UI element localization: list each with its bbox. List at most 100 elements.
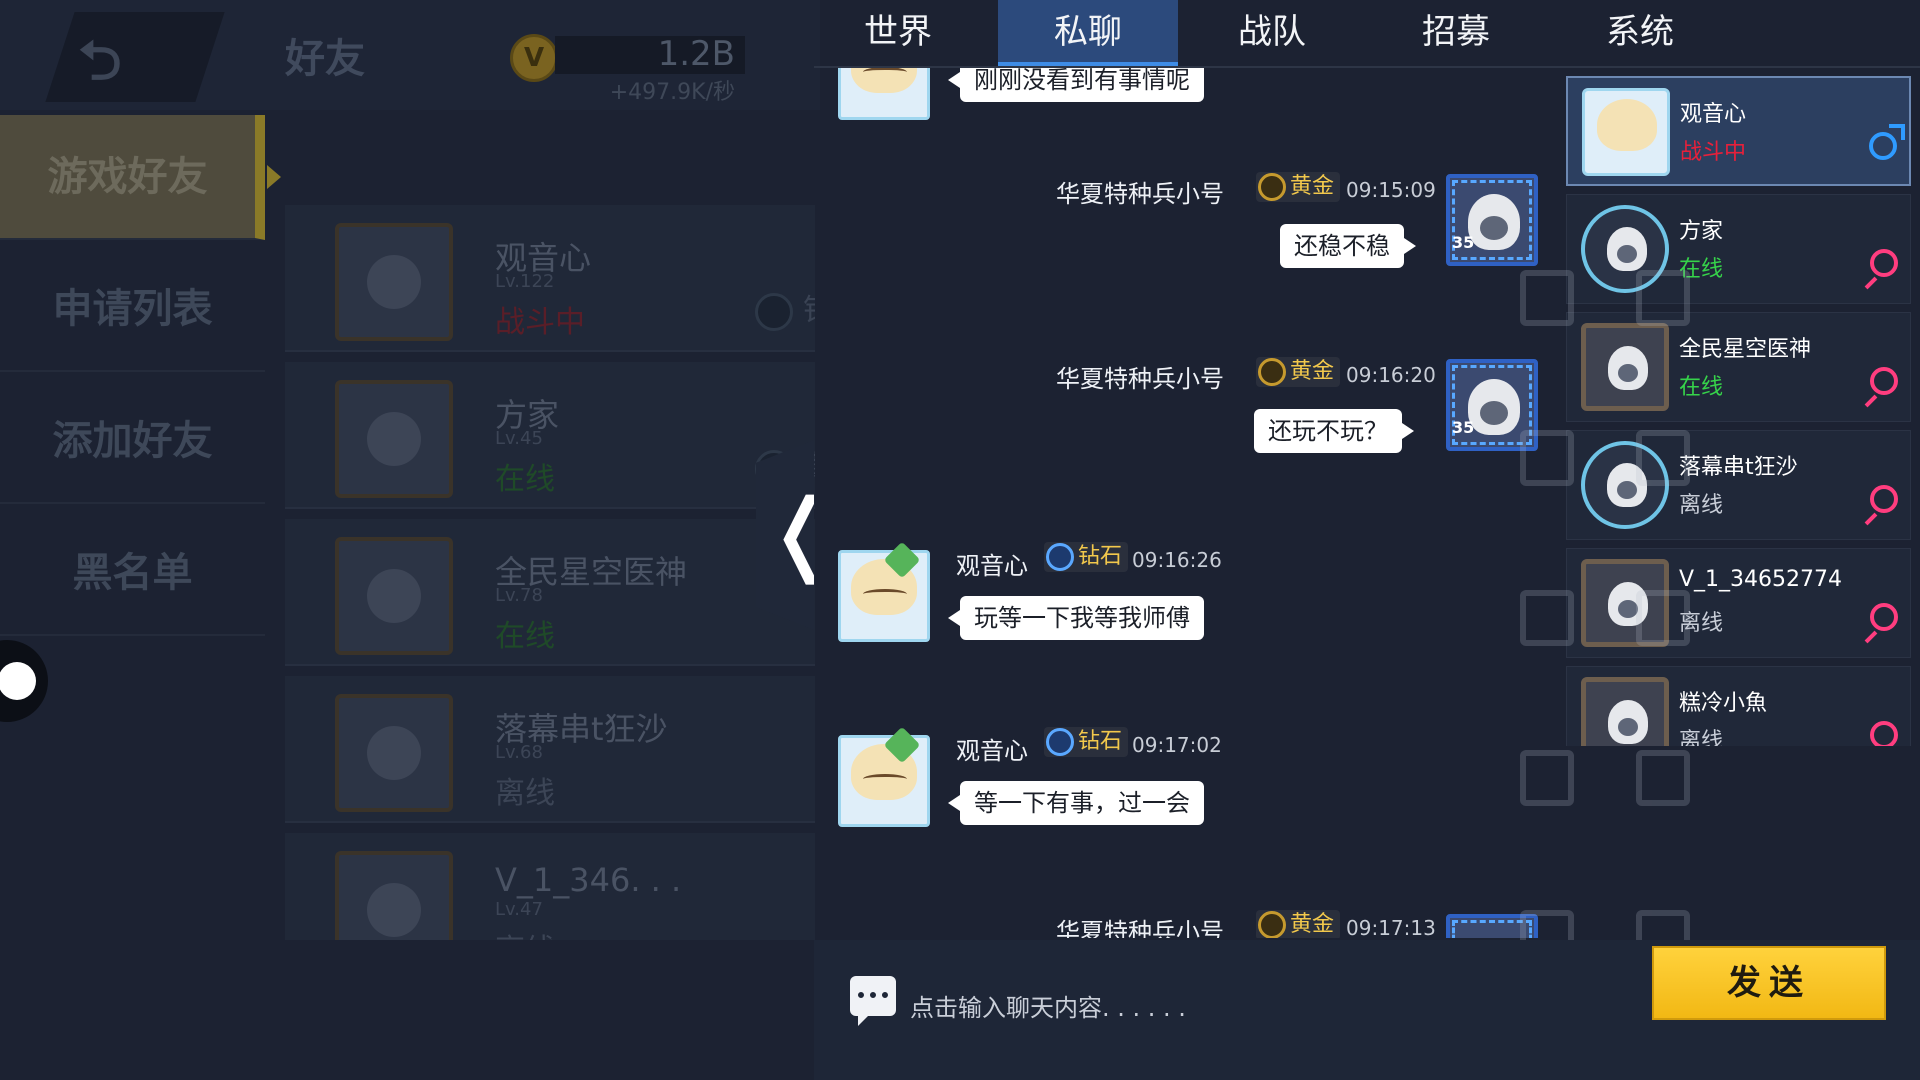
trash-icon (1520, 430, 1574, 486)
message-time: 09:16:26 (1132, 548, 1222, 572)
message-time: 09:16:20 (1346, 363, 1436, 387)
message-sender: 观音心 (956, 737, 1028, 765)
friend-status: 在线 (495, 462, 555, 497)
friend-list: 观音心 Lv.122 战斗中 钻石4 方家 Lv.45 在线 黄金1 全民星空医… (285, 205, 815, 940)
friend-status: 在线 (495, 619, 555, 654)
chat-panel: 世界 私聊 战队 招募 系统 刚刚没看到有事情呢 华夏特种兵小号 黄金 09:1… (756, 0, 1920, 1080)
avatar-level: 35 (1452, 418, 1475, 437)
floating-assistant-button[interactable] (0, 640, 48, 722)
diamond-rank-icon (1046, 728, 1074, 756)
chat-message: 华夏特种兵小号 黄金 09:17:13 (814, 908, 1554, 938)
friends-header: ⮌ 好友 V 1.2B +497.9K/秒 (0, 0, 820, 110)
friend-row[interactable]: 观音心 Lv.122 战斗中 钻石4 (285, 205, 815, 352)
nav-item-blacklist[interactable]: 黑名单 (0, 511, 265, 636)
avatar-level: 35 (1452, 233, 1475, 252)
friend-status: 离线 (495, 776, 555, 811)
message-bubble: 刚刚没看到有事情呢 (948, 68, 1204, 102)
avatar (335, 851, 453, 940)
friend-level: Lv.47 (495, 899, 543, 920)
male-gender-icon (1869, 124, 1905, 160)
female-gender-icon (1870, 249, 1898, 277)
nav-active-caret (267, 165, 281, 189)
friends-side-nav: 游戏好友 申请列表 添加好友 黑名单 (0, 115, 281, 643)
avatar (335, 380, 453, 498)
send-button[interactable]: 发送 (1652, 946, 1886, 1020)
avatar (838, 68, 930, 120)
nav-item-game-friends[interactable]: 游戏好友 (0, 115, 281, 240)
friend-status: 离线 (495, 925, 555, 940)
page-title: 好友 (285, 36, 365, 82)
coin-rate: +497.9K/秒 (609, 80, 735, 105)
contact-name: 观音心 (1680, 102, 1747, 127)
message-icon (1636, 590, 1690, 646)
gold-rank-icon (1258, 358, 1286, 386)
coin-amount: 1.2B (657, 34, 735, 74)
tab-team[interactable]: 战队 (1182, 0, 1362, 66)
tab-private[interactable]: 私聊 (998, 0, 1178, 66)
tab-recruit[interactable]: 招募 (1366, 0, 1546, 66)
avatar (838, 541, 930, 642)
chat-message: 观音心 钻石 09:16:26 玩等一下我等我师傅 (814, 540, 1554, 680)
avatar (1582, 88, 1670, 176)
chat-message: 华夏特种兵小号 黄金 09:16:20 还玩不玩？ 35 (814, 353, 1554, 493)
message-time: 09:17:02 (1132, 733, 1222, 757)
message-sender: 华夏特种兵小号 (1056, 180, 1224, 208)
message-time: 09:15:09 (1346, 178, 1436, 202)
background-action-icons (1520, 230, 1700, 1010)
female-gender-icon (1870, 603, 1898, 631)
nav-item-add-friend[interactable]: 添加好友 (0, 379, 265, 504)
friend-level: Lv.68 (495, 742, 543, 763)
rank-badge: 钻石 (1044, 727, 1129, 757)
friend-level: Lv.122 (495, 271, 555, 292)
rank-badge: 黄金 (1256, 910, 1341, 938)
message-icon (1636, 750, 1690, 806)
avatar (335, 694, 453, 812)
message-sender: 观音心 (956, 552, 1028, 580)
friend-row[interactable]: 落幕串t狂沙 Lv.68 离线 (285, 676, 815, 823)
nav-item-label: 添加好友 (52, 418, 213, 464)
female-gender-icon (1870, 721, 1898, 746)
rank-label: 黄金 (1290, 912, 1335, 937)
nav-item-requests[interactable]: 申请列表 (0, 247, 265, 372)
friend-row[interactable]: V_1_346. . . Lv.47 离线 (285, 833, 815, 940)
rank-badge: 黄金 (1256, 357, 1341, 387)
message-bubble: 还稳不稳 (1280, 224, 1416, 268)
friend-rank: 钻石4 (755, 285, 815, 331)
friend-row[interactable]: 方家 Lv.45 在线 黄金1 (285, 362, 815, 509)
friend-name: V_1_346. . . (495, 861, 682, 899)
rank-label: 黄金 (1290, 174, 1335, 199)
tab-world[interactable]: 世界 (808, 0, 988, 66)
friend-status: 战斗中 (495, 305, 585, 340)
message-bubble: 玩等一下我等我师傅 (948, 596, 1204, 640)
tab-system[interactable]: 系统 (1550, 0, 1730, 66)
friend-row[interactable]: 全民星空医神 Lv.78 在线 (285, 519, 815, 666)
coin-icon: V (510, 34, 558, 82)
message-icon (1636, 430, 1690, 486)
collapse-panel-button[interactable]: ❬ (756, 440, 814, 630)
contact-item[interactable]: 观音心 战斗中 (1566, 76, 1911, 186)
rank-label: 钻石 (1078, 544, 1123, 569)
message-sender: 华夏特种兵小号 (1056, 918, 1224, 938)
nav-item-label: 游戏好友 (47, 154, 208, 200)
trash-icon (1520, 750, 1574, 806)
message-list[interactable]: 刚刚没看到有事情呢 华夏特种兵小号 黄金 09:15:09 还稳不稳 35 华夏… (814, 68, 1564, 938)
trash-icon (1520, 270, 1574, 326)
rank-badge: 钻石 (1044, 542, 1129, 572)
chat-bubble-icon (850, 976, 896, 1026)
trash-icon (1520, 590, 1574, 646)
chat-message: 刚刚没看到有事情呢 (814, 68, 1554, 120)
chat-input[interactable] (910, 986, 1430, 1030)
contact-status: 战斗中 (1680, 140, 1747, 165)
diamond-rank-icon (755, 292, 793, 331)
message-time: 09:17:13 (1346, 916, 1436, 938)
back-button[interactable]: ⮌ (45, 12, 225, 102)
rank-badge: 黄金 (1256, 172, 1341, 202)
avatar (335, 537, 453, 655)
chat-message: 华夏特种兵小号 黄金 09:15:09 还稳不稳 35 (814, 168, 1554, 308)
diamond-rank-icon (1046, 543, 1074, 571)
gold-rank-icon (1258, 911, 1286, 938)
rank-label: 黄金 (1290, 359, 1335, 384)
contact-name: V_1_34652774 (1679, 567, 1843, 592)
chat-tabs: 世界 私聊 战队 招募 系统 (814, 0, 1920, 68)
chat-message: 观音心 钻石 09:17:02 等一下有事，过一会 (814, 725, 1554, 865)
